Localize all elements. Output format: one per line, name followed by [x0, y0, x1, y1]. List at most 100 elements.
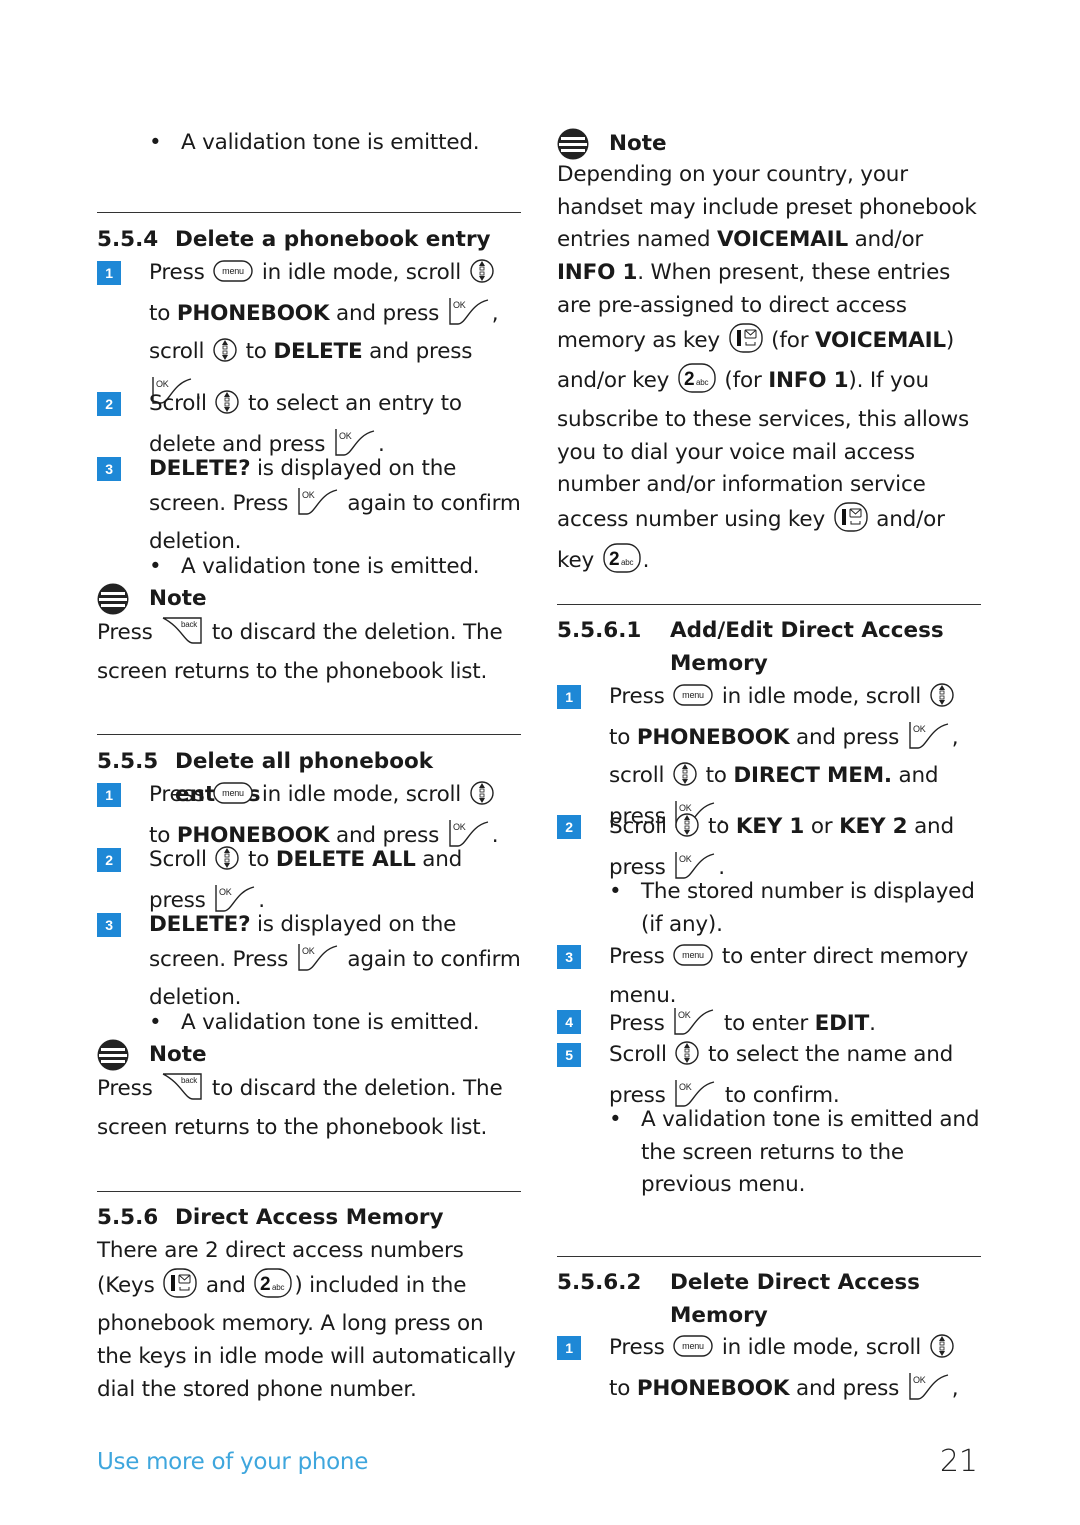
- text-run: Scroll: [149, 391, 214, 416]
- svg-text:abc: abc: [272, 1283, 284, 1292]
- note-icon: [97, 1039, 129, 1071]
- step-text: Press menu to enter direct memory menu.: [609, 941, 981, 1012]
- back-softkey-icon: back: [161, 1071, 203, 1112]
- bold-term: PHONEBOOK: [636, 724, 790, 750]
- section-divider: [557, 604, 981, 605]
- scroll-key-icon: [215, 388, 240, 427]
- svg-text:OK: OK: [913, 1375, 926, 1385]
- paragraph: Depending on your country, your handset …: [557, 159, 981, 583]
- scroll-key-icon: [470, 257, 494, 296]
- text-run: and press: [329, 300, 446, 326]
- menu-key-icon: menu: [673, 943, 713, 980]
- paragraph: Press back to discard the deletion. The …: [97, 615, 521, 688]
- svg-text:OK: OK: [453, 822, 466, 832]
- ok-softkey-icon: OK: [297, 942, 339, 983]
- section-title: Delete a phonebook entry: [175, 227, 491, 252]
- text-run: to: [238, 339, 274, 365]
- bullet-text: A validation tone is emitted and the scr…: [641, 1104, 981, 1202]
- step-item: 3 Press menu to enter direct memory menu.: [557, 941, 981, 1012]
- step-item: 3 DELETE? is displayed on the screen. Pre…: [97, 453, 521, 559]
- step-number-badge: 3: [557, 945, 581, 969]
- text-run: A validation tone is emitted.: [181, 1010, 480, 1035]
- text-run: Press: [609, 684, 672, 709]
- bold-term: EDIT: [814, 1011, 870, 1036]
- text-run: in idle mode, scroll: [255, 782, 468, 807]
- bold-term: INFO 1: [768, 368, 849, 394]
- text-run: and: [199, 1272, 253, 1298]
- step-item: 3 DELETE? is displayed on the screen. Pre…: [97, 909, 521, 1015]
- text-run: .: [869, 1011, 876, 1036]
- bold-term: KEY 2: [839, 814, 908, 839]
- note-label: Note: [149, 1042, 207, 1067]
- paragraph: Press back to discard the deletion. The …: [97, 1071, 521, 1144]
- bold-term: DELETE?: [149, 912, 251, 937]
- text-run: and press: [362, 339, 473, 365]
- text-run: to: [701, 814, 736, 839]
- key-2-abc-icon: 2 abc: [602, 543, 641, 584]
- text-run: to: [609, 724, 637, 750]
- note-heading: Note: [97, 583, 521, 615]
- svg-text:menu: menu: [682, 1341, 704, 1351]
- svg-text:abc: abc: [621, 558, 633, 567]
- text-run: A validation tone is emitted.: [181, 130, 480, 155]
- text-run: Scroll: [149, 847, 214, 872]
- key-1-voicemail-icon: [728, 322, 763, 364]
- svg-text:back: back: [181, 1076, 198, 1085]
- key-2-abc-icon: 2 abc: [678, 363, 716, 404]
- text-run: to: [609, 1375, 637, 1401]
- bold-term: DELETE?: [149, 456, 251, 481]
- bold-term: INFO 1: [557, 260, 638, 286]
- svg-text:2: 2: [609, 549, 619, 570]
- key-2-abc-icon: 2 abc: [254, 1268, 293, 1309]
- bullet-dot: •: [149, 554, 162, 579]
- svg-text:2: 2: [684, 369, 694, 390]
- text-run: in idle mode, scroll: [255, 260, 468, 285]
- text-run: in idle mode, scroll: [715, 684, 928, 709]
- section-number: 5.5.6: [97, 1205, 159, 1230]
- svg-text:menu: menu: [222, 266, 244, 276]
- text-run: Press: [149, 782, 212, 807]
- step-text: DELETE? is displayed on the screen. Pres…: [149, 453, 521, 559]
- text-run: .: [642, 547, 650, 573]
- text-run: Scroll: [609, 1042, 674, 1067]
- scroll-key-icon: [215, 844, 240, 883]
- text-run: (for: [717, 368, 769, 394]
- step-item: 1 Press menu in idle mode, scroll to PHON…: [557, 1332, 981, 1411]
- bold-term: PHONEBOOK: [636, 1375, 790, 1401]
- svg-text:menu: menu: [222, 788, 244, 798]
- bullet-item: • A validation tone is emitted and the sc…: [557, 1104, 981, 1202]
- section-number: 5.5.6.2: [557, 1270, 642, 1295]
- section-heading: 5.5.6.2 Delete Direct Access Memory: [557, 1266, 981, 1332]
- section-divider: [97, 212, 521, 213]
- back-softkey-icon: back: [161, 615, 203, 656]
- key-1-voicemail-icon: [163, 1268, 197, 1309]
- section-number: 5.5.6.1: [557, 618, 642, 643]
- section-heading: 5.5.6.1 Add/Edit Direct Access Memory: [557, 614, 981, 680]
- text-run: and press: [789, 724, 906, 750]
- scroll-key-icon: [930, 1332, 954, 1371]
- text-run: to: [149, 300, 177, 326]
- section-divider: [557, 1256, 981, 1257]
- scroll-key-icon: [673, 760, 697, 799]
- svg-text:OK: OK: [913, 724, 926, 734]
- svg-text:OK: OK: [678, 1010, 691, 1020]
- menu-key-icon: menu: [673, 683, 713, 720]
- scroll-key-icon: [930, 681, 954, 720]
- ok-softkey-icon: OK: [297, 486, 339, 527]
- footer-section-title: Use more of your phone: [97, 1449, 369, 1475]
- bold-term: DELETE: [273, 339, 363, 365]
- step-text: DELETE? is displayed on the screen. Pres…: [149, 909, 521, 1015]
- page-number: 21: [939, 1444, 978, 1479]
- svg-text:menu: menu: [682, 690, 704, 700]
- bullet-text: A validation tone is emitted.: [181, 1007, 521, 1040]
- svg-text:menu: menu: [682, 950, 704, 960]
- bullet-dot: •: [149, 1010, 162, 1035]
- note-icon: [97, 583, 129, 615]
- section-divider: [97, 1191, 521, 1192]
- menu-key-icon: menu: [213, 259, 253, 296]
- section-heading: 5.5.4 Delete a phonebook entry: [97, 223, 521, 256]
- note-label: Note: [609, 131, 667, 156]
- note-icon: [557, 128, 589, 160]
- text-run: and press: [789, 1375, 906, 1401]
- step-number-badge: 1: [557, 1336, 581, 1360]
